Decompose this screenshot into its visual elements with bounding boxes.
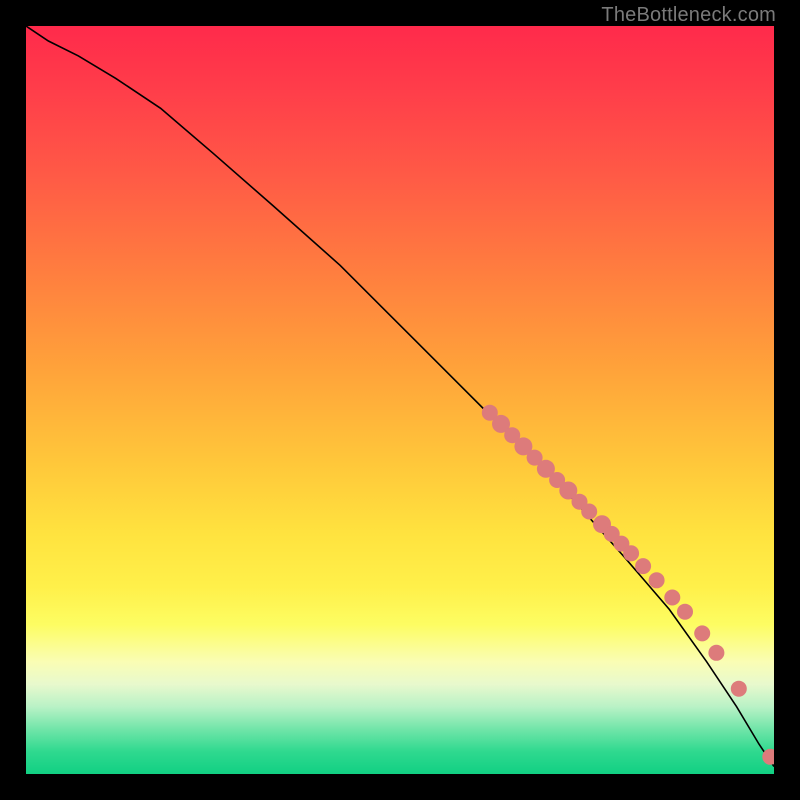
data-point [677,604,693,620]
chart-frame: TheBottleneck.com [0,0,800,800]
data-point [623,545,639,561]
data-point [731,681,747,697]
data-point [649,572,665,588]
plot-area [26,26,774,774]
watermark-text: TheBottleneck.com [601,4,776,27]
data-point [664,590,680,606]
data-points [482,405,774,765]
data-point [635,558,651,574]
chart-svg [26,26,774,774]
curve-line [26,26,774,767]
data-point [694,625,710,641]
data-point [581,504,597,520]
data-point [708,645,724,661]
